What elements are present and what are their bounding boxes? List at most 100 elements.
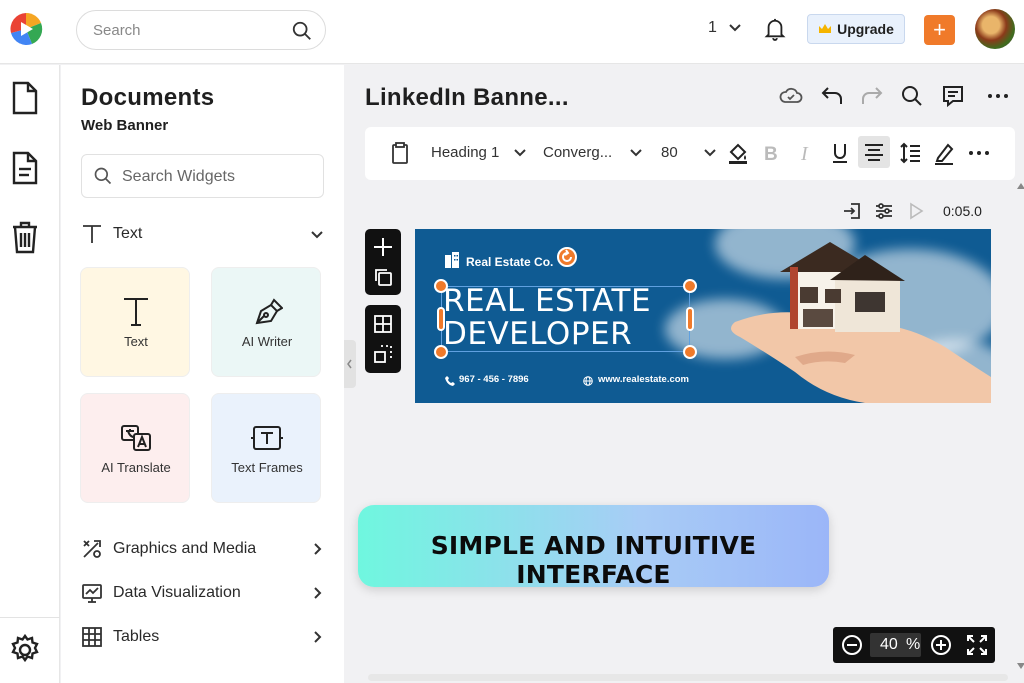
- rotate-icon: [562, 249, 572, 262]
- font-family-dropdown[interactable]: Converg...: [543, 144, 643, 161]
- widget-card-label: AI Writer: [241, 334, 293, 349]
- widgets-panel: Documents Web Banner Search Widgets Text…: [61, 65, 344, 683]
- top-bar: Search 1 Upgrade +: [0, 0, 1024, 64]
- text-t-icon: [124, 298, 148, 326]
- redo-icon[interactable]: [860, 84, 884, 108]
- chevron-down-icon: [729, 24, 742, 32]
- panel-subtitle: Web Banner: [81, 117, 169, 134]
- fill-color-icon[interactable]: [727, 141, 749, 165]
- rotate-handle[interactable]: [557, 247, 577, 267]
- pen-nib-icon: [255, 298, 283, 325]
- font-size-dropdown[interactable]: 80: [661, 144, 716, 161]
- widget-search-input[interactable]: Search Widgets: [81, 154, 324, 198]
- scroll-up-arrow[interactable]: [1017, 183, 1024, 189]
- bell-icon[interactable]: [764, 17, 786, 41]
- bold-icon[interactable]: B: [763, 141, 779, 165]
- align-center-button[interactable]: [858, 136, 890, 168]
- section-text-label: Text: [113, 225, 143, 242]
- search-placeholder: Search: [93, 22, 141, 39]
- trash-icon[interactable]: [10, 220, 40, 254]
- text-style-dropdown[interactable]: Heading 1: [431, 144, 526, 161]
- graphics-icon: [83, 540, 101, 558]
- chevron-right-icon: [314, 543, 322, 555]
- select-frame-icon[interactable]: [373, 344, 393, 364]
- app-logo[interactable]: [8, 11, 44, 47]
- section-text[interactable]: Text: [81, 223, 324, 247]
- resize-handle-top-right[interactable]: [683, 279, 697, 293]
- document-icon[interactable]: [10, 81, 40, 115]
- grid-icon[interactable]: [373, 314, 393, 334]
- resize-handle-right[interactable]: [686, 307, 694, 331]
- duplicate-icon[interactable]: [373, 267, 393, 287]
- add-button[interactable]: +: [924, 15, 955, 45]
- canvas-tools-group-1: [365, 229, 401, 295]
- underline-icon[interactable]: [831, 141, 849, 165]
- chevron-down-icon: [311, 231, 323, 239]
- phone-icon: [445, 376, 455, 386]
- zoom-unit: %: [906, 636, 921, 653]
- resize-handle-bottom-right[interactable]: [683, 345, 697, 359]
- import-icon[interactable]: [843, 201, 861, 221]
- banner-phone: 967 - 456 - 7896: [459, 374, 529, 385]
- page-selector[interactable]: 1: [708, 19, 742, 37]
- settings-gear-icon[interactable]: [10, 633, 40, 667]
- play-icon[interactable]: [908, 201, 924, 221]
- widget-card-ai-translate[interactable]: AI Translate: [80, 393, 190, 503]
- global-search[interactable]: Search: [76, 10, 326, 50]
- table-icon: [82, 627, 102, 647]
- fullscreen-icon[interactable]: [966, 634, 988, 656]
- align-center-icon: [865, 144, 883, 161]
- chevron-right-icon: [314, 631, 322, 643]
- chevron-down-icon: [513, 149, 526, 157]
- format-toolbar: Heading 1 Converg... 80 B I: [365, 127, 1015, 180]
- comment-icon[interactable]: [941, 84, 965, 108]
- search-icon[interactable]: [900, 84, 924, 108]
- widget-search-placeholder: Search Widgets: [122, 168, 235, 185]
- add-icon[interactable]: [372, 236, 394, 258]
- horizontal-scrollbar[interactable]: [368, 674, 1008, 681]
- section-graphics-and-media[interactable]: Graphics and Media: [81, 538, 324, 562]
- line-spacing-icon[interactable]: [899, 141, 921, 165]
- resize-handle-top-left[interactable]: [434, 279, 448, 293]
- more-options-icon[interactable]: [986, 84, 1010, 108]
- document-title[interactable]: LinkedIn Banne...: [365, 84, 569, 112]
- widget-card-ai-writer[interactable]: AI Writer: [211, 267, 321, 377]
- left-rail: [0, 65, 60, 683]
- chevron-down-icon: [704, 149, 716, 157]
- undo-icon[interactable]: [820, 84, 844, 108]
- widget-card-label: Text Frames: [231, 460, 303, 475]
- zoom-out-icon[interactable]: [841, 634, 863, 656]
- font-family-value: Converg...: [543, 144, 613, 161]
- section-tables[interactable]: Tables: [81, 626, 324, 650]
- widget-card-text-frames[interactable]: Text Frames: [211, 393, 321, 503]
- cloud-sync-icon[interactable]: [779, 84, 803, 108]
- translate-icon: [121, 425, 151, 451]
- clipboard-icon[interactable]: [390, 141, 410, 165]
- file-text-icon[interactable]: [10, 151, 40, 185]
- zoom-value[interactable]: 40 %: [870, 633, 921, 657]
- promo-callout: SIMPLE AND INTUITIVE INTERFACE: [358, 505, 829, 589]
- highlighter-icon[interactable]: [933, 141, 955, 165]
- chevron-down-icon: [630, 149, 643, 157]
- selection-box[interactable]: [441, 286, 690, 352]
- more-options-icon[interactable]: [968, 141, 990, 165]
- widget-card-label: Text: [124, 334, 148, 349]
- panel-collapse-handle[interactable]: [344, 340, 356, 388]
- upgrade-button[interactable]: Upgrade: [807, 14, 905, 44]
- italic-icon[interactable]: I: [798, 141, 814, 165]
- widget-card-text[interactable]: Text: [80, 267, 190, 377]
- avatar[interactable]: [975, 9, 1015, 49]
- upgrade-label: Upgrade: [837, 21, 894, 37]
- resize-handle-left[interactable]: [437, 307, 445, 331]
- building-logo-icon: [445, 252, 459, 268]
- scroll-down-arrow[interactable]: [1017, 663, 1024, 669]
- resize-handle-bottom-left[interactable]: [434, 345, 448, 359]
- zoom-in-icon[interactable]: [930, 634, 952, 656]
- section-data-visualization[interactable]: Data Visualization: [81, 582, 324, 606]
- adjust-sliders-icon[interactable]: [875, 201, 893, 221]
- chevron-left-icon: [347, 359, 352, 369]
- chart-icon: [82, 584, 102, 603]
- search-icon[interactable]: [291, 20, 313, 42]
- section-label: Data Visualization: [113, 584, 241, 601]
- text-style-value: Heading 1: [431, 144, 500, 161]
